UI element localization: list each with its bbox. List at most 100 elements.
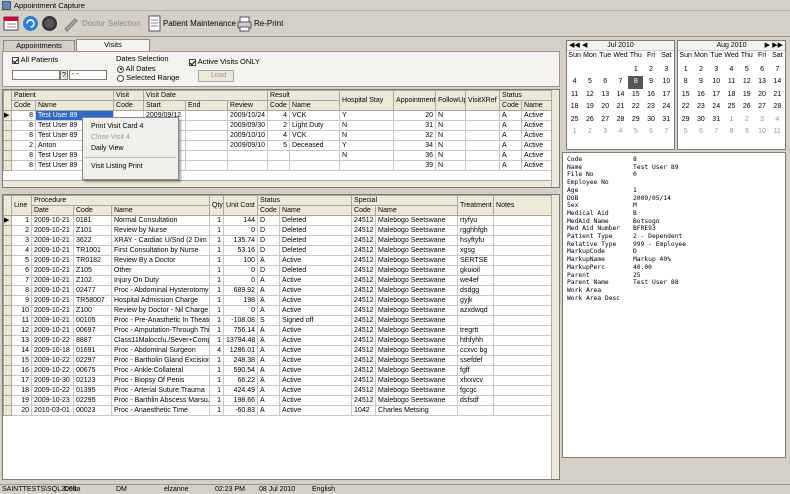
status-name-cell[interactable]: Active: [521, 120, 553, 131]
status-name-cell[interactable]: Active: [521, 150, 553, 161]
proc-code-cell[interactable]: 00023: [73, 405, 112, 416]
status-code-cell[interactable]: D: [257, 245, 281, 256]
qty-cell[interactable]: 1: [209, 285, 225, 296]
date-cell[interactable]: 2009-10-22: [31, 355, 74, 366]
col-unit-cost[interactable]: Unit Cost: [223, 195, 259, 216]
patient-code-cell[interactable]: 8: [11, 120, 36, 131]
calendar-day[interactable]: 9: [693, 76, 708, 89]
result-code-cell[interactable]: 4: [267, 130, 291, 141]
date-cell[interactable]: 2009-10-22: [31, 385, 74, 396]
status-name-cell[interactable]: Deleted: [279, 265, 353, 276]
status-code-cell[interactable]: A: [257, 385, 281, 396]
procedures-vscrollbar[interactable]: [551, 195, 559, 479]
followup-cell[interactable]: N: [435, 150, 467, 161]
line-cell[interactable]: 6: [11, 265, 32, 276]
treatment-cell[interactable]: rgghhfgh: [457, 225, 495, 236]
calendar-day[interactable]: 3: [754, 114, 769, 127]
date-cell[interactable]: 2009-10-23: [31, 395, 74, 406]
special-name-cell[interactable]: Malebogo Seetswane: [375, 275, 459, 286]
calendar-day[interactable]: 23: [693, 101, 708, 114]
proc-name-cell[interactable]: First Consultation by Nurse: [110, 245, 211, 256]
patient-maintenance-button[interactable]: Patient Maintenance: [163, 19, 236, 28]
special-name-cell[interactable]: Malebogo Seetswane: [375, 345, 459, 356]
procedure-row[interactable]: 5 2009-10-21 TR0182 Review By a Doctor 1 100 A…: [3, 255, 553, 266]
calendar-day[interactable]: 10: [754, 126, 769, 139]
calendar-day[interactable]: 13: [754, 76, 769, 89]
qty-cell[interactable]: 1: [209, 295, 225, 306]
calendar-day[interactable]: 11: [724, 76, 739, 89]
proc-code-cell[interactable]: 01395: [73, 385, 112, 396]
patient-maintenance-icon[interactable]: [146, 15, 163, 32]
proc-name-cell[interactable]: Proc - Biopsy Of Penis: [110, 375, 211, 386]
treatment-cell[interactable]: fgff: [457, 365, 495, 376]
row-selector[interactable]: [3, 140, 12, 151]
calendar-day[interactable]: 21: [770, 89, 785, 102]
calendar-day[interactable]: 20: [598, 101, 613, 114]
status-code-cell[interactable]: A: [257, 395, 281, 406]
special-code-cell[interactable]: 24512: [351, 235, 377, 246]
special-code-cell[interactable]: 24512: [351, 345, 377, 356]
proc-code-cell[interactable]: 02123: [73, 375, 112, 386]
visitxref-cell[interactable]: [465, 120, 501, 131]
proc-code-cell[interactable]: Z102: [73, 275, 112, 286]
calendar-day[interactable]: 2: [693, 64, 708, 77]
special-code-cell[interactable]: 24512: [351, 265, 377, 276]
col-status-code[interactable]: Code: [499, 100, 523, 111]
followup-cell[interactable]: N: [435, 110, 467, 121]
calendar-day[interactable]: 17: [709, 89, 724, 102]
special-code-cell[interactable]: 24512: [351, 225, 377, 236]
review-date-cell[interactable]: 2009/09/10: [227, 140, 269, 151]
status-name-cell[interactable]: Active: [521, 110, 553, 121]
row-selector[interactable]: [3, 235, 12, 246]
proc-code-cell[interactable]: 00105: [73, 315, 112, 326]
calendar-day[interactable]: 6: [754, 64, 769, 77]
treatment-cell[interactable]: tregrtt: [457, 325, 495, 336]
tab-appointments[interactable]: Appointments: [3, 40, 75, 51]
row-selector[interactable]: [3, 345, 12, 356]
treatment-cell[interactable]: azxdwqd: [457, 305, 495, 316]
hospital-stay-cell[interactable]: [339, 160, 395, 171]
treatment-cell[interactable]: xfxxvcv: [457, 375, 495, 386]
row-selector[interactable]: ▶: [3, 215, 12, 226]
date-cell[interactable]: 2009-10-22: [31, 335, 74, 346]
status-name-cell[interactable]: Active: [521, 140, 553, 151]
status-name-cell[interactable]: Signed off: [279, 315, 353, 326]
col-line[interactable]: Line: [11, 195, 32, 216]
status-name-cell[interactable]: Active: [279, 395, 353, 406]
col-start[interactable]: Start: [143, 100, 187, 111]
notes-cell[interactable]: [493, 245, 553, 256]
calendar-day[interactable]: 6: [693, 126, 708, 139]
result-code-cell[interactable]: 4: [267, 110, 291, 121]
proc-name-cell[interactable]: Other: [110, 265, 211, 276]
row-selector[interactable]: [3, 395, 12, 406]
calendar-day[interactable]: 19: [582, 101, 597, 114]
procedure-row[interactable]: 16 2009-10-22 00675 Proc - Ankle:Collateral…: [3, 365, 553, 376]
patient-code-cell[interactable]: 8: [11, 110, 36, 121]
date-cell[interactable]: 2009-10-21: [31, 315, 74, 326]
row-selector[interactable]: ▶: [3, 110, 12, 121]
proc-code-cell[interactable]: 01691: [73, 345, 112, 356]
notes-cell[interactable]: [493, 255, 553, 266]
line-cell[interactable]: 14: [11, 345, 32, 356]
calendar-day[interactable]: 8: [724, 126, 739, 139]
col-notes[interactable]: Notes: [493, 195, 553, 216]
col-result-code[interactable]: Code: [267, 100, 291, 111]
appointment-cell[interactable]: 31: [393, 120, 437, 131]
status-name-cell[interactable]: Active: [279, 335, 353, 346]
col-group-result[interactable]: Result: [267, 90, 341, 101]
notes-cell[interactable]: [493, 315, 553, 326]
line-cell[interactable]: 4: [11, 245, 32, 256]
qty-cell[interactable]: 1: [209, 355, 225, 366]
status-name-cell[interactable]: Active: [279, 285, 353, 296]
result-name-cell[interactable]: Light Duty: [289, 120, 341, 131]
result-name-cell[interactable]: [289, 160, 341, 171]
row-selector[interactable]: [3, 130, 12, 141]
notes-cell[interactable]: [493, 275, 553, 286]
prev-month-icon[interactable]: ◀: [582, 41, 587, 51]
line-cell[interactable]: 3: [11, 235, 32, 246]
proc-name-cell[interactable]: Proc - Barthlin Abscess Marsu...: [110, 395, 211, 406]
procedure-row[interactable]: 6 2009-10-21 Z105 Other 1 0 D Deleted 24512 Maleb…: [3, 265, 553, 276]
calendar-day[interactable]: 11: [567, 89, 582, 102]
row-selector[interactable]: [3, 385, 12, 396]
qty-cell[interactable]: 1: [209, 375, 225, 386]
